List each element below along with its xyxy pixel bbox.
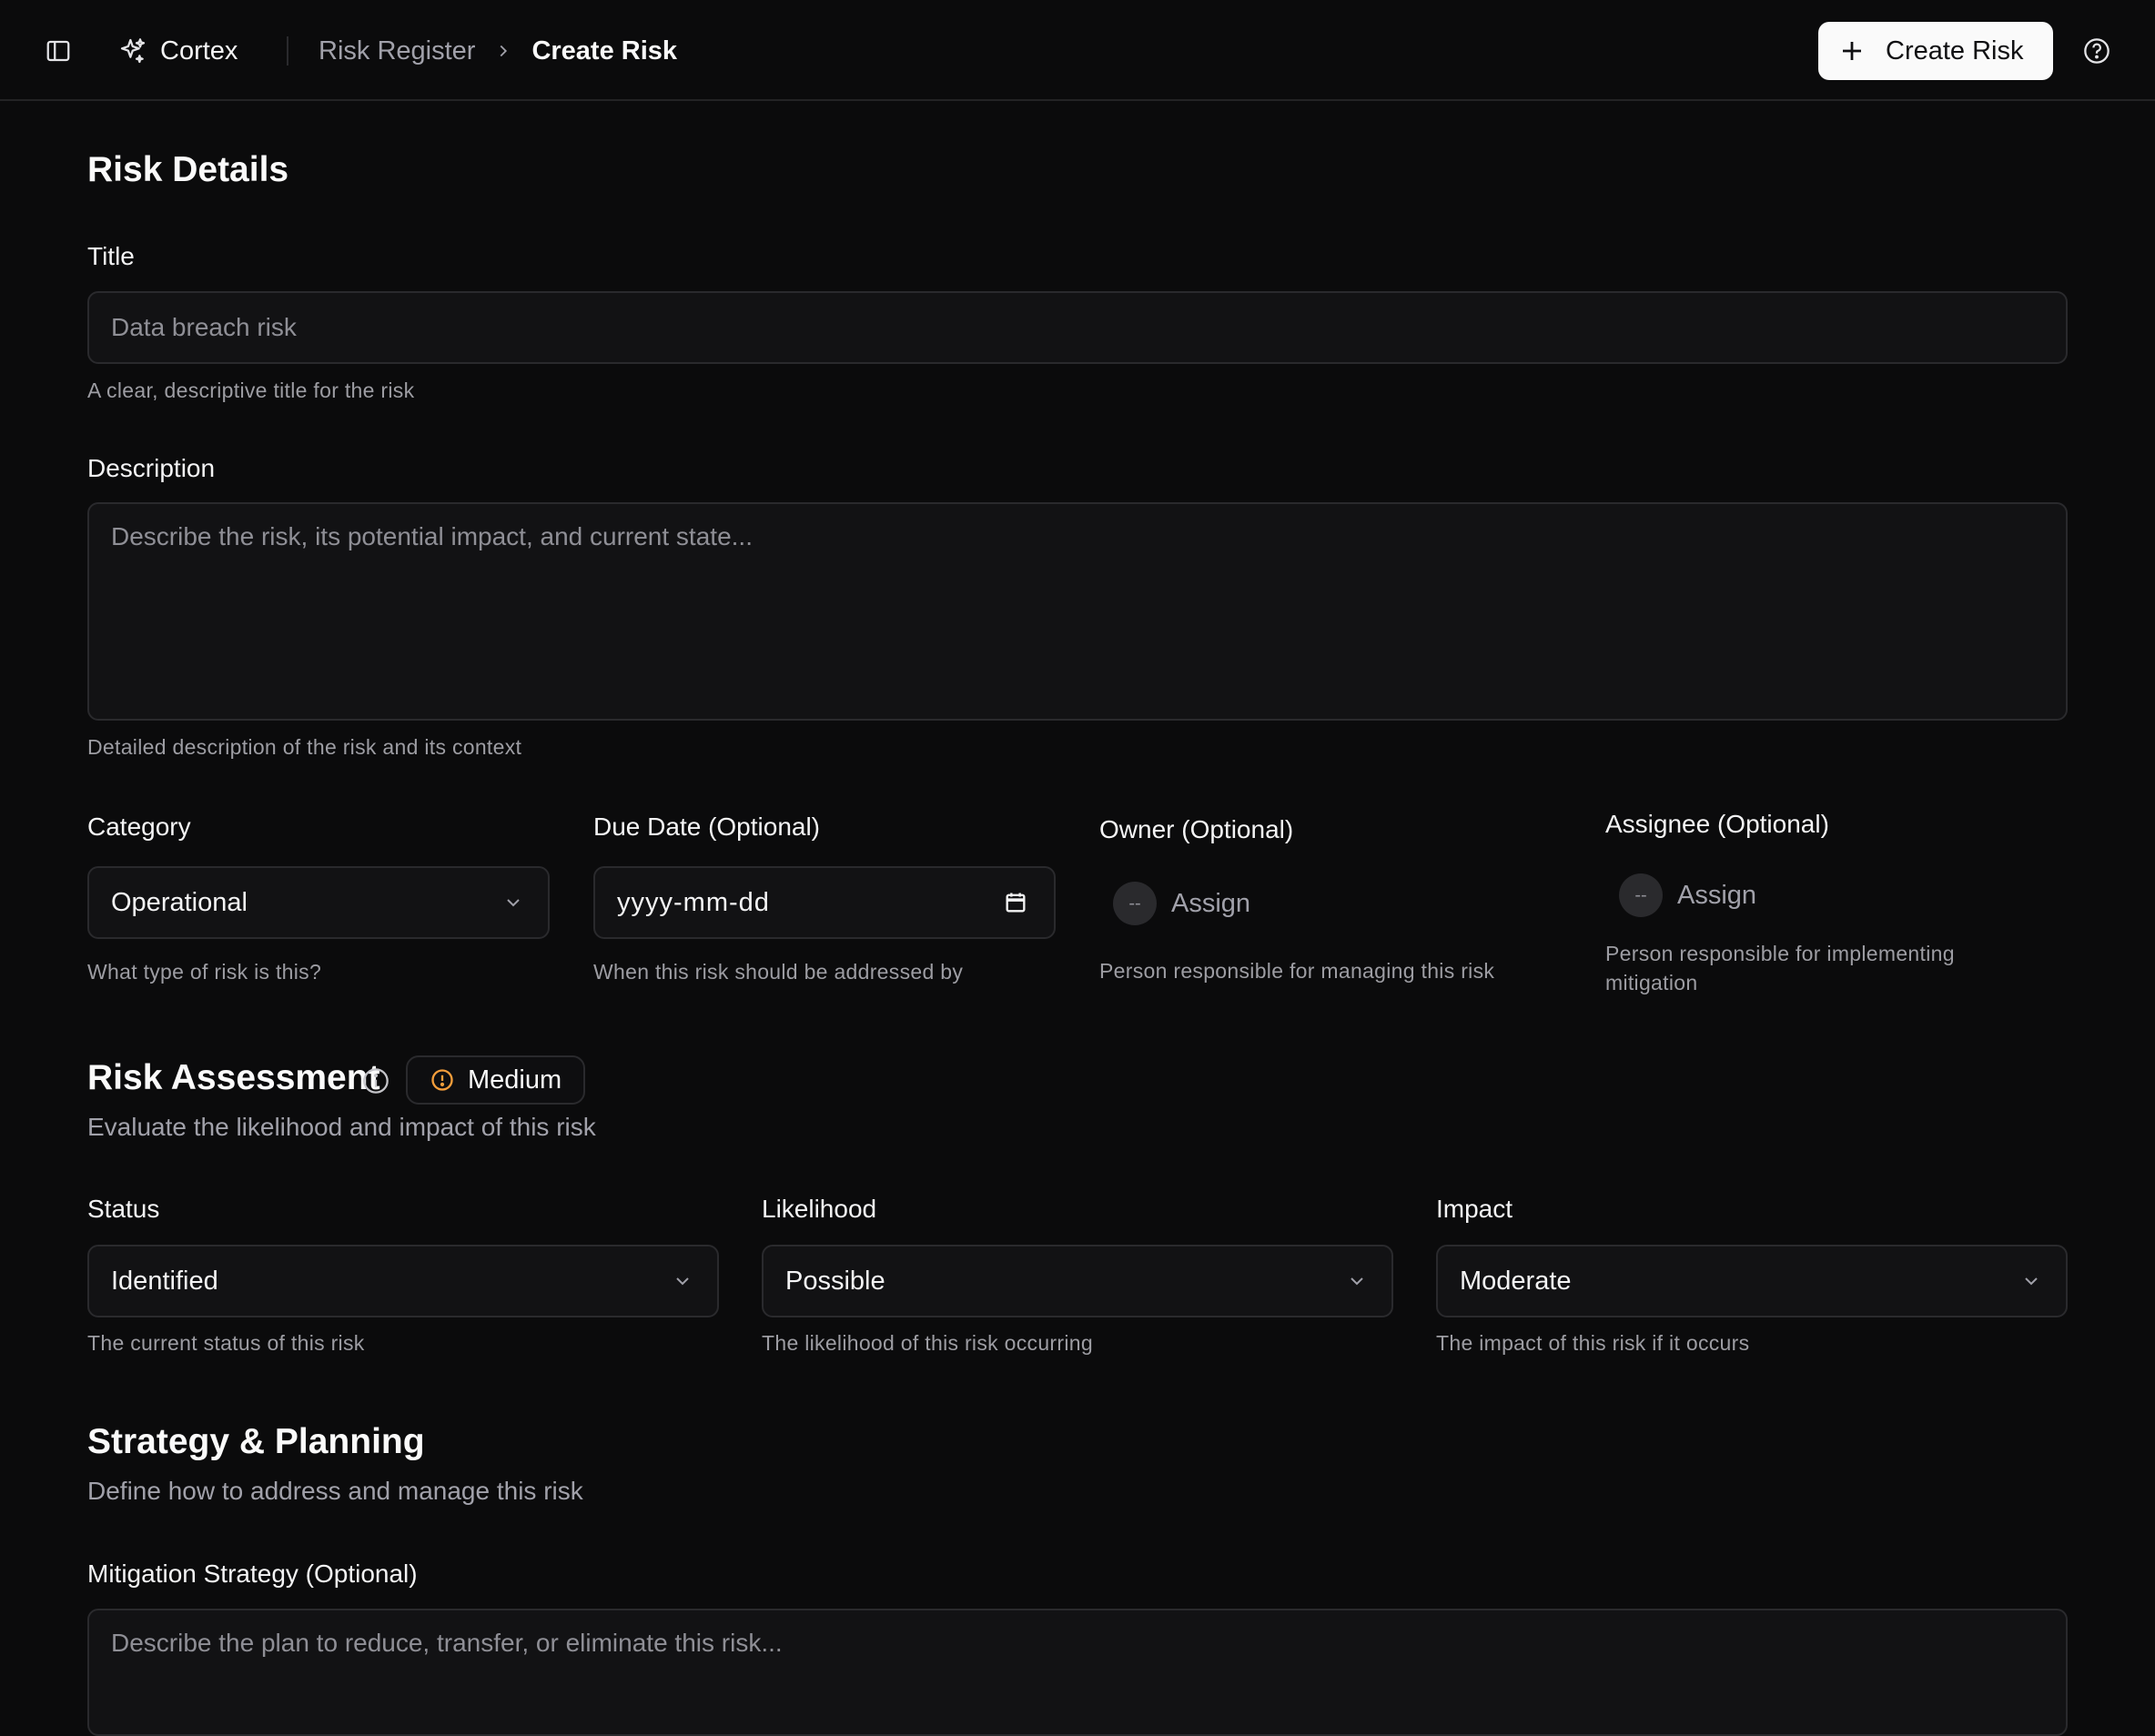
breadcrumb-current: Create Risk [531, 35, 678, 66]
assignee-avatar: -- [1619, 873, 1663, 917]
assignee-hint: Person responsible for implementing miti… [1605, 942, 1955, 994]
title-input[interactable]: Data breach risk [87, 291, 2068, 364]
owner-assign-button[interactable]: -- Assign [1113, 882, 1250, 925]
title-hint: A clear, descriptive title for the risk [87, 378, 415, 402]
description-hint: Detailed description of the risk and its… [87, 735, 522, 759]
description-textarea[interactable]: Describe the risk, its potential impact,… [87, 502, 2068, 721]
breadcrumb-risk-register[interactable]: Risk Register [319, 36, 475, 66]
chevron-down-icon [672, 1270, 693, 1292]
likelihood-select[interactable]: Possible [762, 1245, 1393, 1317]
category-label: Category [87, 812, 191, 841]
impact-select[interactable]: Moderate [1436, 1245, 2068, 1317]
brand[interactable]: Cortex [118, 31, 238, 71]
description-placeholder: Describe the risk, its potential impact,… [111, 522, 753, 550]
due-date-input[interactable]: yyyy-mm-dd [593, 866, 1056, 939]
chevron-down-icon [502, 892, 524, 913]
category-hint: What type of risk is this? [87, 960, 322, 984]
risk-assessment-heading: Risk Assessment [87, 1058, 380, 1097]
sparkles-icon [118, 36, 147, 66]
calendar-icon[interactable] [1003, 890, 1028, 915]
create-risk-button[interactable]: Create Risk [1818, 22, 2053, 80]
impact-hint: The impact of this risk if it occurs [1436, 1331, 1750, 1355]
likelihood-label: Likelihood [762, 1195, 877, 1223]
assignee-label: Assignee (Optional) [1605, 810, 1829, 838]
assignee-assign-label: Assign [1677, 880, 1757, 910]
chevron-down-icon [2020, 1270, 2042, 1292]
risk-assessment-subtitle: Evaluate the likelihood and impact of th… [87, 1113, 596, 1141]
risk-level-badge: Medium [406, 1055, 586, 1105]
owner-hint: Person responsible for managing this ris… [1099, 959, 1495, 983]
chevron-down-icon [1346, 1270, 1368, 1292]
category-value: Operational [111, 887, 248, 917]
strategy-heading: Strategy & Planning [87, 1422, 425, 1461]
status-label: Status [87, 1195, 160, 1223]
chevron-right-icon [491, 39, 515, 63]
info-icon[interactable] [361, 1066, 390, 1095]
mitigation-label: Mitigation Strategy (Optional) [87, 1559, 418, 1588]
breadcrumb: Risk Register Create Risk [319, 31, 677, 71]
risk-details-heading: Risk Details [87, 150, 289, 189]
description-label: Description [87, 454, 216, 482]
create-risk-label: Create Risk [1886, 35, 2024, 66]
mitigation-textarea[interactable]: Describe the plan to reduce, transfer, o… [87, 1609, 2068, 1736]
status-value: Identified [111, 1266, 218, 1296]
alert-circle-icon [430, 1067, 455, 1093]
owner-assign-label: Assign [1171, 888, 1251, 918]
title-label: Title [87, 242, 135, 270]
help-circle-icon[interactable] [2080, 35, 2113, 67]
top-bar: Cortex Risk Register Create Risk Create … [0, 0, 2155, 101]
brand-name: Cortex [160, 35, 238, 66]
due-date-placeholder: yyyy-mm-dd [617, 887, 770, 917]
impact-value: Moderate [1460, 1266, 1572, 1296]
likelihood-hint: The likelihood of this risk occurring [762, 1331, 1093, 1355]
owner-avatar: -- [1113, 882, 1157, 925]
due-date-label: Due Date (Optional) [593, 812, 821, 841]
category-select[interactable]: Operational [87, 866, 550, 939]
owner-label: Owner (Optional) [1099, 815, 1294, 843]
assignee-assign-button[interactable]: -- Assign [1619, 873, 1756, 917]
strategy-subtitle: Define how to address and manage this ri… [87, 1477, 583, 1505]
impact-label: Impact [1436, 1195, 1513, 1223]
status-hint: The current status of this risk [87, 1331, 365, 1355]
mitigation-placeholder: Describe the plan to reduce, transfer, o… [111, 1629, 783, 1657]
likelihood-value: Possible [785, 1266, 885, 1296]
header-divider [287, 36, 288, 66]
plus-icon [1838, 37, 1866, 65]
due-date-hint: When this risk should be addressed by [593, 960, 964, 984]
status-select[interactable]: Identified [87, 1245, 719, 1317]
sidebar-toggle-icon[interactable] [42, 35, 75, 67]
title-placeholder: Data breach risk [111, 313, 297, 341]
risk-level-label: Medium [468, 1065, 562, 1095]
